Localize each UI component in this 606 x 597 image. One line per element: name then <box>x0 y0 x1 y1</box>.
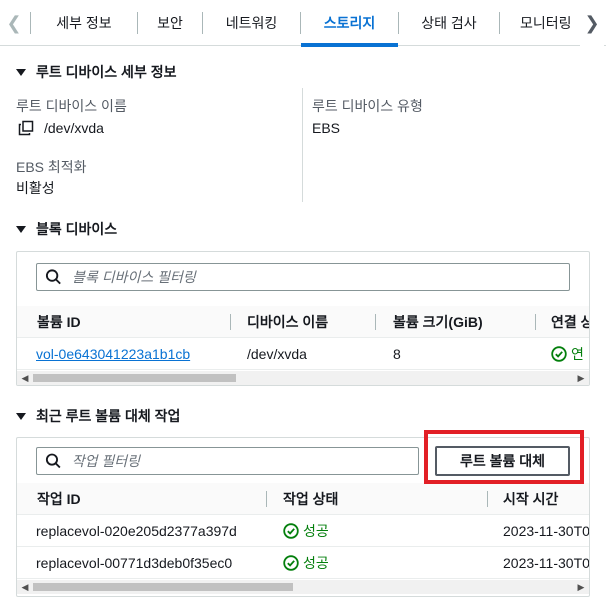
block-device-filter[interactable] <box>36 263 570 291</box>
chevron-left-icon[interactable]: ❮ <box>2 0 26 46</box>
start-time-cell: 2023-11-30T0 <box>503 523 590 539</box>
root-device-section-header[interactable]: 루트 디바이스 세부 정보 <box>16 62 176 82</box>
root-device-title: 루트 디바이스 세부 정보 <box>36 64 177 80</box>
task-status-text: 성공 <box>303 555 329 571</box>
column-header-task-id[interactable]: 작업 ID <box>37 483 81 515</box>
tab-bar: ❮ 세부 정보 보안 네트워킹 스토리지 상태 검사 모니터링 ❯ <box>0 0 606 47</box>
column-divider[interactable] <box>266 491 267 507</box>
search-icon <box>45 453 61 469</box>
column-divider[interactable] <box>487 491 488 507</box>
tab-storage[interactable]: 스토리지 <box>301 0 398 47</box>
table-header: 볼륨 ID 디바이스 이름 볼륨 크기(GiB) 연결 상 <box>17 306 589 338</box>
caret-down-icon <box>16 68 26 76</box>
root-device-name: /dev/xvda <box>18 120 104 136</box>
scrollbar-thumb[interactable] <box>33 583 293 591</box>
horizontal-scrollbar[interactable]: ◀ ▶ <box>17 580 589 594</box>
column-header-device-name[interactable]: 디바이스 이름 <box>247 306 328 338</box>
scroll-right-icon[interactable]: ▶ <box>574 371 588 385</box>
column-header-volume-id[interactable]: 볼륨 ID <box>37 306 81 338</box>
scroll-right-icon[interactable]: ▶ <box>574 580 588 594</box>
task-filter-input[interactable] <box>71 453 418 469</box>
tab-status-checks[interactable]: 상태 검사 <box>399 0 499 46</box>
tab-monitoring[interactable]: 모니터링 <box>500 0 580 46</box>
root-device-type-value: EBS <box>312 120 341 136</box>
replace-tasks-section-header[interactable]: 최근 루트 볼륨 대체 작업 <box>16 406 180 426</box>
root-device-type-label: 루트 디바이스 유형 <box>312 98 423 114</box>
block-devices-table: 볼륨 ID 디바이스 이름 볼륨 크기(GiB) 연결 상 vol-0e6430… <box>16 251 590 386</box>
scroll-left-icon[interactable]: ◀ <box>18 371 32 385</box>
attach-status-cell: 연 <box>551 338 584 370</box>
device-name-cell: /dev/xvda <box>247 346 307 362</box>
scrollbar-thumb[interactable] <box>33 374 236 382</box>
tab-security[interactable]: 보안 <box>138 0 202 46</box>
column-header-start-time[interactable]: 시작 시간 <box>503 483 558 515</box>
volume-size-cell: 8 <box>393 346 401 362</box>
scroll-left-icon[interactable]: ◀ <box>18 580 32 594</box>
tab-details[interactable]: 세부 정보 <box>31 0 137 46</box>
table-row: vol-0e643041223a1b1cb /dev/xvda 8 연 <box>17 338 589 370</box>
table-header: 작업 ID 작업 상태 시작 시간 <box>17 483 589 515</box>
ebs-optimized-value: 비활성 <box>16 180 55 196</box>
table-row: replacevol-020e205d2377a397d 성공 2023-11-… <box>17 515 589 547</box>
chevron-right-icon[interactable]: ❯ <box>580 0 604 46</box>
replace-tasks-title: 최근 루트 볼륨 대체 작업 <box>36 408 181 424</box>
task-status-text: 성공 <box>303 523 329 539</box>
column-divider[interactable] <box>375 314 376 330</box>
success-icon <box>283 555 299 571</box>
root-device-name-label: 루트 디바이스 이름 <box>16 98 127 114</box>
block-devices-section-header[interactable]: 블록 디바이스 <box>16 219 117 239</box>
copy-icon[interactable] <box>18 120 34 136</box>
task-id-cell: replacevol-020e205d2377a397d <box>36 523 237 539</box>
root-device-name-value: /dev/xvda <box>44 120 104 136</box>
task-status-cell: 성공 <box>283 547 329 579</box>
column-divider <box>302 88 303 202</box>
column-divider[interactable] <box>230 314 231 330</box>
success-icon <box>283 523 299 539</box>
task-id-cell: replacevol-00771d3deb0f35ec0 <box>36 555 233 571</box>
caret-down-icon <box>16 225 26 233</box>
block-devices-title: 블록 디바이스 <box>36 221 118 237</box>
task-filter[interactable] <box>36 447 419 475</box>
task-status-cell: 성공 <box>283 515 329 547</box>
horizontal-scrollbar[interactable]: ◀ ▶ <box>17 371 589 385</box>
start-time-cell: 2023-11-30T0 <box>503 555 590 571</box>
block-device-filter-input[interactable] <box>72 269 569 285</box>
column-header-attach-status[interactable]: 연결 상 <box>551 306 589 338</box>
table-row: replacevol-00771d3deb0f35ec0 성공 2023-11-… <box>17 547 589 579</box>
search-icon <box>45 269 61 285</box>
attach-status-text: 연 <box>571 346 584 362</box>
caret-down-icon <box>16 412 26 420</box>
volume-id-link[interactable]: vol-0e643041223a1b1cb <box>36 338 190 370</box>
ebs-optimized-label: EBS 최적화 <box>16 159 87 175</box>
column-divider[interactable] <box>535 314 536 330</box>
highlight-box <box>424 430 584 484</box>
success-icon <box>551 346 567 362</box>
tab-networking[interactable]: 네트워킹 <box>203 0 300 46</box>
column-header-volume-size[interactable]: 볼륨 크기(GiB) <box>393 306 483 338</box>
column-header-task-status[interactable]: 작업 상태 <box>283 483 338 515</box>
